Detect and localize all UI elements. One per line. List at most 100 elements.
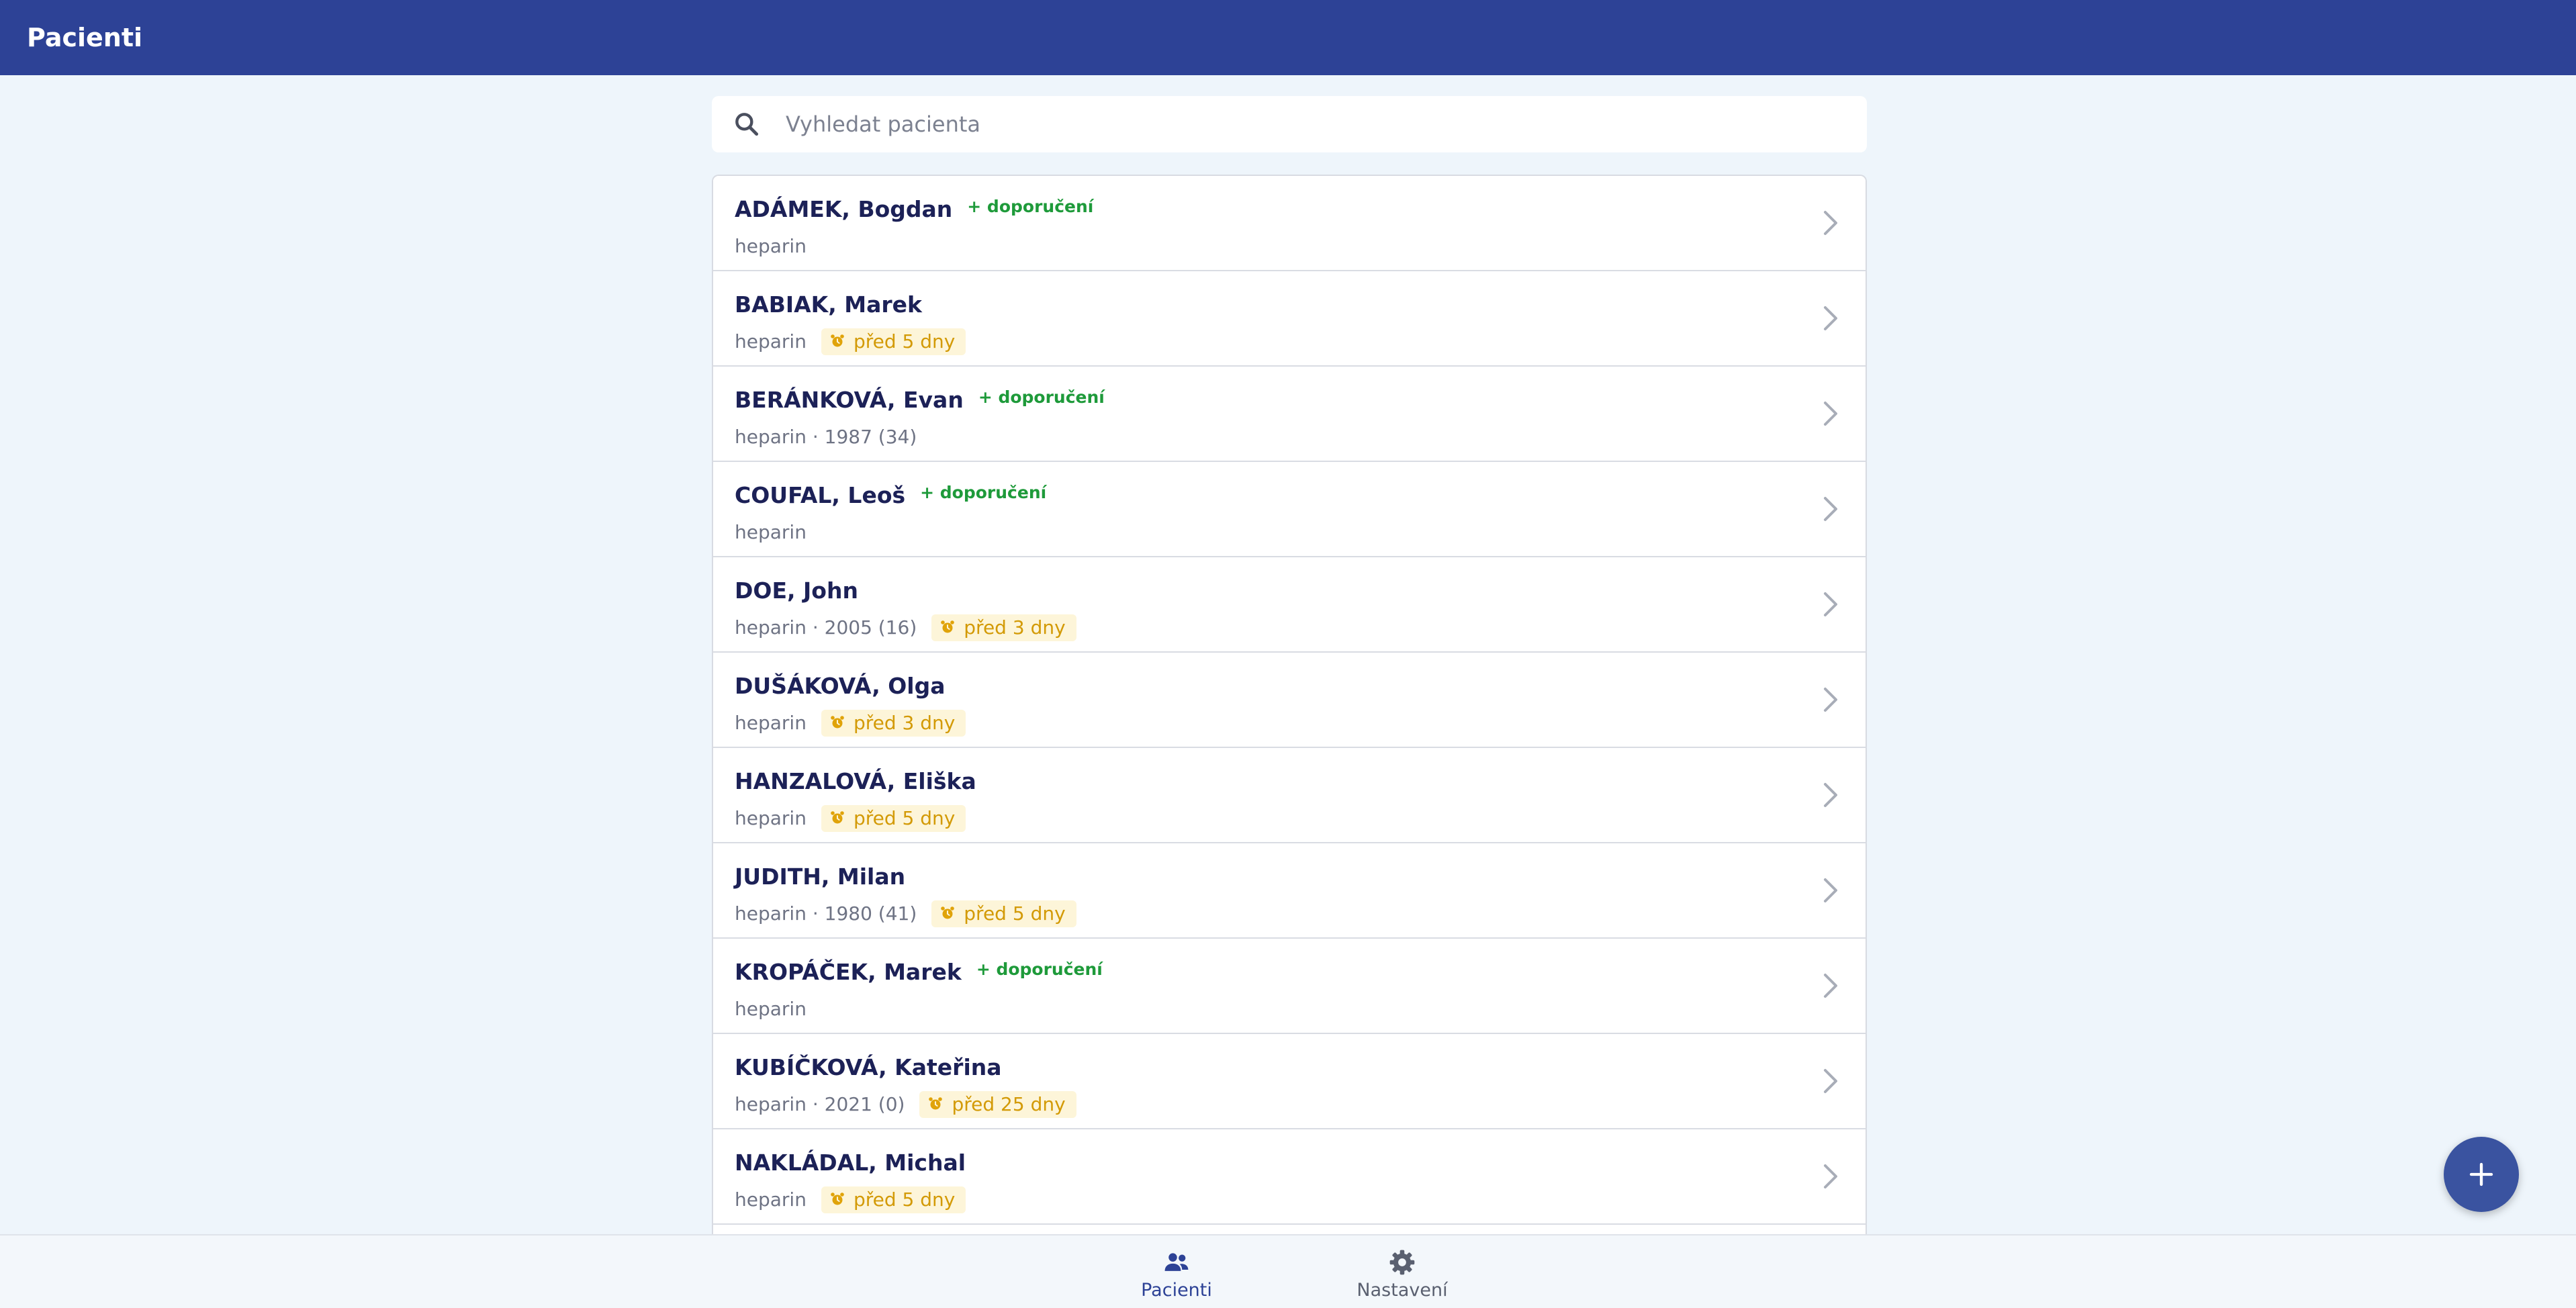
last-visit-badge: před 5 dny	[821, 1186, 966, 1213]
patient-name-text: BERÁNKOVÁ, Evan	[735, 387, 964, 413]
patient-row[interactable]: KUBÍČKOVÁ, Kateřina heparin · 2021 (0) pře…	[713, 1034, 1866, 1129]
patient-name: COUFAL, Leoš + doporučení	[735, 479, 1046, 512]
chevron-right-icon	[1824, 306, 1837, 330]
gear-icon	[1389, 1250, 1415, 1275]
patient-name-text: BABIAK, Marek	[735, 291, 922, 318]
patient-details-text: heparin	[735, 807, 807, 829]
patient-details: heparin před 5 dny	[735, 803, 966, 833]
patient-row[interactable]: COUFAL, Leoš + doporučení heparin	[713, 462, 1866, 557]
chevron-right-icon	[1824, 974, 1837, 998]
referral-tag: + doporučení	[967, 197, 1094, 216]
nav-label-pacienti: Pacienti	[1141, 1280, 1212, 1301]
last-visit-text: před 5 dny	[964, 902, 1066, 925]
patient-name-text: HANZALOVÁ, Eliška	[735, 768, 976, 794]
last-visit-badge: před 5 dny	[821, 805, 966, 832]
app-header: Pacienti	[0, 0, 2576, 75]
patient-name-text: KUBÍČKOVÁ, Kateřina	[735, 1054, 1002, 1080]
patient-details-text: heparin	[735, 998, 807, 1020]
chevron-right-icon	[1824, 783, 1837, 807]
patient-details-text: heparin	[735, 712, 807, 734]
patient-details: heparin	[735, 994, 807, 1023]
patient-details: heparin	[735, 231, 807, 261]
patient-name: BERÁNKOVÁ, Evan + doporučení	[735, 384, 1105, 416]
patient-details: heparin před 3 dny	[735, 708, 966, 737]
chevron-right-icon	[1824, 497, 1837, 521]
chevron-right-icon	[1824, 402, 1837, 426]
last-visit-badge: před 5 dny	[931, 900, 1076, 927]
bottom-navigation: Pacienti Nastavení	[0, 1234, 2576, 1308]
patient-name-text: DOE, John	[735, 577, 858, 604]
patient-name-text: COUFAL, Leoš	[735, 482, 906, 508]
patient-row[interactable]: BERÁNKOVÁ, Evan + doporučení heparin · 198…	[713, 367, 1866, 462]
patient-row[interactable]: DUŠÁKOVÁ, Olga heparin před 3 dny	[713, 653, 1866, 748]
people-icon	[1164, 1253, 1189, 1271]
nav-item-pacienti[interactable]: Pacienti	[1096, 1244, 1257, 1304]
chevron-right-icon	[1824, 1164, 1837, 1188]
patient-details-text: heparin	[735, 235, 807, 257]
patient-name-text: DUŠÁKOVÁ, Olga	[735, 673, 946, 699]
last-visit-badge: před 25 dny	[919, 1091, 1076, 1118]
patient-details-text: heparin	[735, 521, 807, 543]
last-visit-badge: před 3 dny	[931, 614, 1076, 641]
patient-details: heparin · 2021 (0) před 25 dny	[735, 1089, 1076, 1119]
nav-label-nastaveni: Nastavení	[1356, 1280, 1448, 1301]
last-visit-badge: před 5 dny	[821, 328, 966, 355]
last-visit-text: před 5 dny	[853, 807, 956, 829]
chevron-right-icon	[1824, 688, 1837, 712]
search-bar[interactable]	[712, 96, 1867, 152]
referral-tag: + doporučení	[978, 387, 1105, 407]
patient-list: ADÁMEK, Bogdan + doporučení heparin BABIAK,…	[712, 175, 1867, 1235]
patient-name: DOE, John	[735, 575, 858, 607]
chevron-right-icon	[1824, 878, 1837, 902]
patient-name: ADÁMEK, Bogdan + doporučení	[735, 193, 1093, 226]
patient-name: KROPÁČEK, Marek + doporučení	[735, 956, 1103, 988]
patient-details: heparin · 1980 (41) před 5 dny	[735, 898, 1076, 928]
add-patient-button[interactable]	[2444, 1137, 2519, 1212]
patient-row[interactable]: KROPÁČEK, Marek + doporučení heparin	[713, 939, 1866, 1034]
chevron-right-icon	[1824, 1069, 1837, 1093]
patient-row[interactable]: HANZALOVÁ, Eliška heparin před 5 dny	[713, 748, 1866, 843]
patient-name: JUDITH, Milan	[735, 861, 905, 893]
search-input[interactable]	[786, 96, 1847, 152]
patient-row[interactable]: NAKLÁDAL, Michal heparin před 5 dny	[713, 1129, 1866, 1225]
patient-details: heparin · 1987 (34)	[735, 422, 917, 451]
alarm-clock-icon	[941, 620, 955, 633]
chevron-right-icon	[1824, 211, 1837, 235]
last-visit-text: před 25 dny	[952, 1093, 1066, 1115]
patient-name: KUBÍČKOVÁ, Kateřina	[735, 1052, 1002, 1084]
alarm-clock-icon	[929, 1097, 943, 1110]
patient-details-text: heparin · 2005 (16)	[735, 616, 917, 639]
patient-details-text: heparin · 1987 (34)	[735, 426, 917, 448]
patient-name-text: KROPÁČEK, Marek	[735, 959, 962, 985]
plus-icon	[2469, 1162, 2493, 1186]
patient-details-text: heparin · 2021 (0)	[735, 1093, 905, 1115]
last-visit-text: před 5 dny	[853, 1188, 956, 1211]
search-icon	[735, 113, 759, 136]
nav-item-nastaveni[interactable]: Nastavení	[1322, 1244, 1483, 1304]
patient-name: DUŠÁKOVÁ, Olga	[735, 670, 945, 702]
patient-details: heparin před 5 dny	[735, 1184, 966, 1214]
last-visit-text: před 5 dny	[853, 330, 956, 353]
last-visit-text: před 3 dny	[964, 616, 1066, 639]
patient-name-text: ADÁMEK, Bogdan	[735, 196, 953, 222]
chevron-right-icon	[1824, 592, 1837, 616]
alarm-clock-icon	[831, 334, 844, 347]
patient-details: heparin · 2005 (16) před 3 dny	[735, 612, 1076, 642]
patient-row[interactable]: DOE, John heparin · 2005 (16) před 3 dny	[713, 557, 1866, 653]
patient-row[interactable]: JUDITH, Milan heparin · 1980 (41) před 5 d…	[713, 843, 1866, 939]
patient-name-text: NAKLÁDAL, Michal	[735, 1150, 966, 1176]
patient-row[interactable]: BABIAK, Marek heparin před 5 dny	[713, 271, 1866, 367]
patient-details: heparin před 5 dny	[735, 326, 966, 356]
alarm-clock-icon	[831, 716, 844, 729]
alarm-clock-icon	[831, 811, 844, 824]
last-visit-text: před 3 dny	[853, 712, 956, 734]
patient-row[interactable]: ADÁMEK, Bogdan + doporučení heparin	[713, 176, 1866, 271]
patient-details-text: heparin · 1980 (41)	[735, 902, 917, 925]
page-title: Pacienti	[27, 23, 143, 52]
patient-name: NAKLÁDAL, Michal	[735, 1147, 966, 1179]
patient-name: HANZALOVÁ, Eliška	[735, 765, 976, 798]
alarm-clock-icon	[831, 1193, 844, 1205]
patient-details-text: heparin	[735, 1188, 807, 1211]
alarm-clock-icon	[941, 906, 955, 919]
patient-details-text: heparin	[735, 330, 807, 353]
